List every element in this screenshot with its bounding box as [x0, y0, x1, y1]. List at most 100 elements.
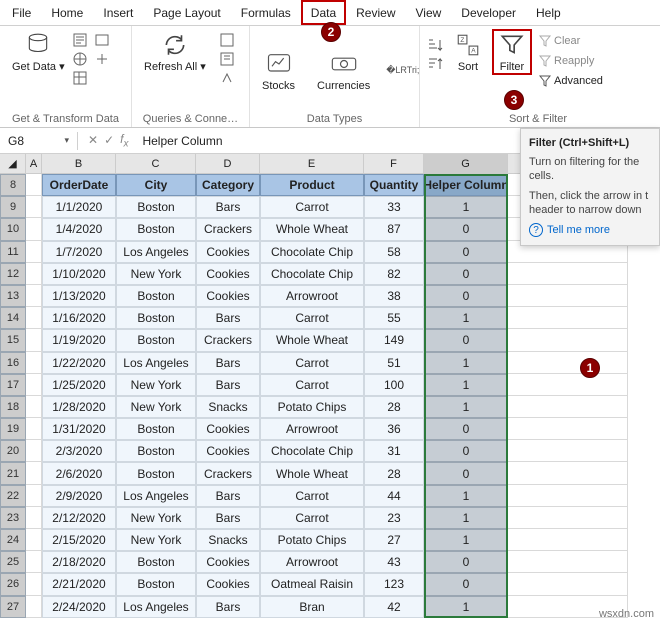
- cell[interactable]: Crackers: [196, 462, 260, 484]
- cell[interactable]: [26, 285, 42, 307]
- row-header[interactable]: 22: [0, 485, 26, 507]
- cell[interactable]: Potato Chips: [260, 396, 364, 418]
- row-header[interactable]: 8: [0, 174, 26, 196]
- cell[interactable]: 2/3/2020: [42, 440, 116, 462]
- row-header[interactable]: 11: [0, 241, 26, 263]
- cell[interactable]: Los Angeles: [116, 241, 196, 263]
- cell-helper[interactable]: 1: [424, 307, 508, 329]
- cell[interactable]: 51: [364, 352, 424, 374]
- cell[interactable]: [26, 329, 42, 351]
- cell[interactable]: 58: [364, 241, 424, 263]
- row-header[interactable]: 26: [0, 573, 26, 595]
- cell[interactable]: Boston: [116, 462, 196, 484]
- cell[interactable]: New York: [116, 374, 196, 396]
- cell[interactable]: Arrowroot: [260, 551, 364, 573]
- cell-helper[interactable]: 0: [424, 218, 508, 240]
- cell[interactable]: 149: [364, 329, 424, 351]
- cell-helper[interactable]: 0: [424, 418, 508, 440]
- cell[interactable]: 31: [364, 440, 424, 462]
- cell-helper[interactable]: 0: [424, 241, 508, 263]
- cell[interactable]: 123: [364, 573, 424, 595]
- cell[interactable]: Carrot: [260, 374, 364, 396]
- cell[interactable]: Cookies: [196, 241, 260, 263]
- cell[interactable]: Bars: [196, 485, 260, 507]
- cell[interactable]: [508, 462, 628, 484]
- cell[interactable]: Snacks: [196, 529, 260, 551]
- cell[interactable]: Boston: [116, 329, 196, 351]
- cell[interactable]: Chocolate Chip: [260, 263, 364, 285]
- row-header[interactable]: 12: [0, 263, 26, 285]
- cell[interactable]: Cookies: [196, 440, 260, 462]
- cell[interactable]: Boston: [116, 285, 196, 307]
- col-C[interactable]: C: [116, 154, 196, 173]
- cell[interactable]: Arrowroot: [260, 418, 364, 440]
- header-product[interactable]: Product: [260, 174, 364, 196]
- cell[interactable]: 2/15/2020: [42, 529, 116, 551]
- header-orderdate[interactable]: OrderDate: [42, 174, 116, 196]
- cell[interactable]: [26, 396, 42, 418]
- cell[interactable]: Whole Wheat: [260, 462, 364, 484]
- cell[interactable]: [26, 551, 42, 573]
- cancel-icon[interactable]: ✕: [88, 133, 98, 147]
- cell[interactable]: New York: [116, 396, 196, 418]
- cell[interactable]: Boston: [116, 551, 196, 573]
- cell[interactable]: 1/7/2020: [42, 241, 116, 263]
- clear-button[interactable]: Clear: [536, 33, 605, 49]
- cell-helper[interactable]: 0: [424, 440, 508, 462]
- cell[interactable]: [26, 507, 42, 529]
- cell[interactable]: Carrot: [260, 307, 364, 329]
- cell[interactable]: [26, 485, 42, 507]
- cell[interactable]: Bars: [196, 374, 260, 396]
- cell[interactable]: Boston: [116, 196, 196, 218]
- cell-helper[interactable]: 1: [424, 396, 508, 418]
- cell[interactable]: [26, 352, 42, 374]
- cell[interactable]: Bars: [196, 307, 260, 329]
- overflow-icon[interactable]: �LRTri;: [386, 65, 419, 76]
- cell-helper[interactable]: 0: [424, 551, 508, 573]
- fx-icon[interactable]: fx: [120, 132, 128, 149]
- row-header[interactable]: 19: [0, 418, 26, 440]
- cell-helper[interactable]: 0: [424, 263, 508, 285]
- cell-helper[interactable]: 1: [424, 485, 508, 507]
- cell[interactable]: 1/13/2020: [42, 285, 116, 307]
- from-table-icon[interactable]: [71, 69, 89, 87]
- cell[interactable]: New York: [116, 263, 196, 285]
- menu-file[interactable]: File: [2, 0, 41, 25]
- row-header[interactable]: 25: [0, 551, 26, 573]
- cell[interactable]: [26, 440, 42, 462]
- cell[interactable]: Snacks: [196, 396, 260, 418]
- menu-home[interactable]: Home: [41, 0, 93, 25]
- cell[interactable]: 1/31/2020: [42, 418, 116, 440]
- properties-icon[interactable]: [218, 50, 236, 68]
- cell[interactable]: 2/24/2020: [42, 596, 116, 618]
- reapply-button[interactable]: Reapply: [536, 53, 605, 69]
- row-header[interactable]: 10: [0, 218, 26, 240]
- get-data-button[interactable]: Get Data ▾: [6, 29, 71, 75]
- header-city[interactable]: City: [116, 174, 196, 196]
- cell[interactable]: [508, 485, 628, 507]
- cell-helper[interactable]: 1: [424, 596, 508, 618]
- cell[interactable]: 28: [364, 396, 424, 418]
- menu-developer[interactable]: Developer: [451, 0, 526, 25]
- menu-view[interactable]: View: [406, 0, 452, 25]
- row-header[interactable]: 9: [0, 196, 26, 218]
- advanced-button[interactable]: Advanced: [536, 73, 605, 89]
- formula-input[interactable]: Helper Column: [138, 134, 222, 148]
- cell[interactable]: [26, 263, 42, 285]
- cell[interactable]: Chocolate Chip: [260, 440, 364, 462]
- cell[interactable]: 1/1/2020: [42, 196, 116, 218]
- menu-insert[interactable]: Insert: [93, 0, 143, 25]
- cell[interactable]: Bran: [260, 596, 364, 618]
- cell[interactable]: Los Angeles: [116, 485, 196, 507]
- cell[interactable]: [26, 218, 42, 240]
- cell[interactable]: [508, 418, 628, 440]
- row-header[interactable]: 24: [0, 529, 26, 551]
- cell[interactable]: [508, 529, 628, 551]
- cell[interactable]: Boston: [116, 440, 196, 462]
- currencies-button[interactable]: Currencies: [311, 48, 376, 94]
- cell[interactable]: Bars: [196, 507, 260, 529]
- cell[interactable]: Carrot: [260, 485, 364, 507]
- cell-helper[interactable]: 1: [424, 529, 508, 551]
- cell[interactable]: [508, 440, 628, 462]
- cell[interactable]: 1/25/2020: [42, 374, 116, 396]
